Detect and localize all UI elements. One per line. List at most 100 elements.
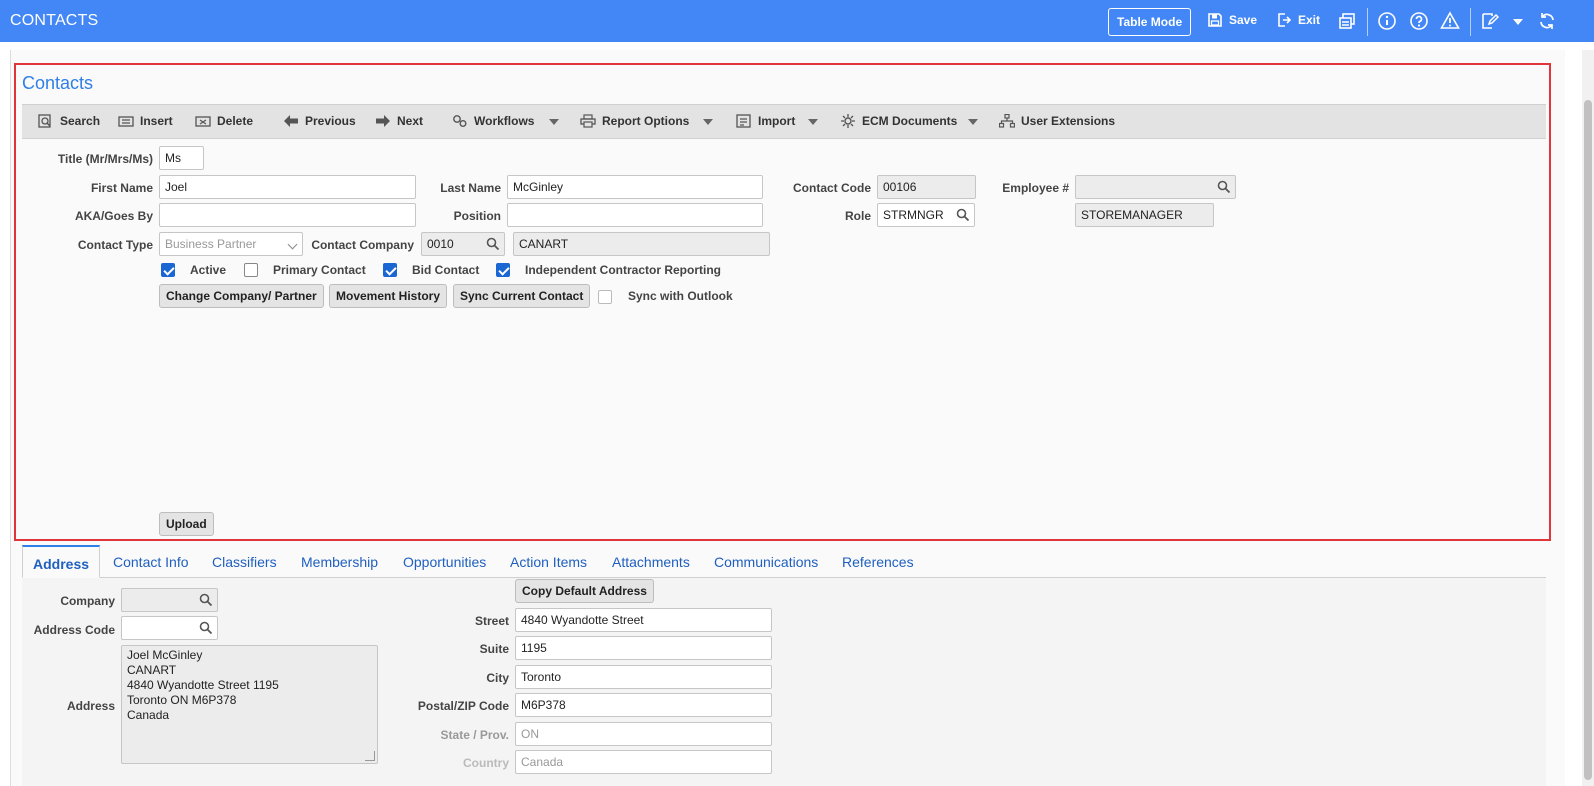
sync-outlook-checkbox[interactable] bbox=[598, 290, 612, 304]
active-checkbox[interactable] bbox=[161, 263, 175, 277]
exit-button[interactable]: Exit bbox=[1276, 12, 1320, 28]
city-field[interactable]: Toronto bbox=[515, 665, 772, 689]
tab-classifiers[interactable]: Classifiers bbox=[202, 545, 287, 578]
employee-label: Employee # bbox=[1002, 181, 1069, 195]
resize-grip-icon[interactable] bbox=[365, 751, 375, 761]
position-field[interactable] bbox=[507, 203, 763, 227]
tab-opportunities[interactable]: Opportunities bbox=[393, 545, 496, 578]
ecm-documents-button[interactable]: ECM Documents bbox=[840, 114, 957, 128]
company-label: Company bbox=[60, 594, 115, 608]
exit-label: Exit bbox=[1298, 13, 1321, 27]
state-value: ON bbox=[521, 727, 539, 741]
ecm-documents-dropdown-icon[interactable] bbox=[968, 119, 978, 125]
search-icon[interactable] bbox=[199, 621, 213, 635]
previous-button[interactable]: Previous bbox=[283, 114, 356, 128]
vertical-scrollbar[interactable] bbox=[1582, 50, 1594, 786]
contact-code-label: Contact Code bbox=[793, 181, 871, 195]
address-line: Canada bbox=[127, 708, 170, 722]
company-field[interactable] bbox=[121, 588, 218, 612]
warning-icon[interactable] bbox=[1440, 11, 1460, 31]
app-header: CONTACTS Table Mode Save Exit bbox=[0, 0, 1594, 42]
table-mode-button[interactable]: Table Mode bbox=[1108, 8, 1192, 36]
tab-attachments[interactable]: Attachments bbox=[602, 545, 700, 578]
arrow-left-icon bbox=[284, 115, 298, 127]
previous-label: Previous bbox=[305, 114, 356, 128]
sync-outlook-label: Sync with Outlook bbox=[628, 289, 733, 303]
country-value: Canada bbox=[521, 755, 564, 769]
import-dropdown-icon[interactable] bbox=[808, 119, 818, 125]
refresh-icon[interactable] bbox=[1537, 11, 1557, 31]
search-button[interactable]: Search bbox=[38, 114, 100, 128]
independent-contractor-label: Independent Contractor Reporting bbox=[525, 263, 721, 277]
edit-icon[interactable] bbox=[1480, 11, 1500, 31]
street-field[interactable]: 4840 Wyandotte Street bbox=[515, 608, 772, 632]
next-button[interactable]: Next bbox=[375, 114, 423, 128]
contact-type-label: Contact Type bbox=[77, 238, 153, 252]
aka-field[interactable] bbox=[159, 203, 416, 227]
tab-communications[interactable]: Communications bbox=[704, 545, 828, 578]
tab-references[interactable]: References bbox=[832, 545, 924, 578]
copy-default-address-button[interactable]: Copy Default Address bbox=[515, 579, 654, 603]
tab-membership[interactable]: Membership bbox=[291, 545, 388, 578]
contact-company-name-field: CANART bbox=[513, 232, 770, 256]
last-name-value: McGinley bbox=[513, 180, 564, 194]
address-block[interactable]: Joel McGinley CANART 4840 Wyandotte Stre… bbox=[121, 645, 378, 764]
address-code-field[interactable] bbox=[121, 616, 218, 640]
state-label: State / Prov. bbox=[440, 728, 509, 742]
user-extensions-button[interactable]: User Extensions bbox=[999, 114, 1115, 128]
bid-contact-checkbox[interactable] bbox=[383, 263, 397, 277]
change-company-button[interactable]: Change Company/ Partner bbox=[159, 284, 324, 308]
workflows-button[interactable]: Workflows bbox=[452, 114, 534, 128]
tab-contact-info[interactable]: Contact Info bbox=[103, 545, 199, 578]
sync-current-contact-button[interactable]: Sync Current Contact bbox=[453, 284, 591, 308]
postal-code-field[interactable]: M6P378 bbox=[515, 693, 772, 717]
last-name-label: Last Name bbox=[440, 181, 501, 195]
title-field[interactable]: Ms bbox=[159, 146, 204, 170]
toolbar-divider bbox=[1367, 8, 1368, 36]
page-title: Contacts bbox=[22, 73, 94, 93]
last-name-field[interactable]: McGinley bbox=[507, 175, 763, 199]
next-label: Next bbox=[397, 114, 424, 128]
delete-button[interactable]: Delete bbox=[195, 114, 253, 128]
search-icon[interactable] bbox=[486, 237, 500, 251]
search-icon[interactable] bbox=[956, 208, 970, 222]
suite-field[interactable]: 1195 bbox=[515, 636, 772, 660]
contact-company-name: CANART bbox=[519, 237, 569, 251]
upload-button[interactable]: Upload bbox=[159, 512, 214, 536]
contact-code-field: 00106 bbox=[877, 175, 976, 199]
report-options-button[interactable]: Report Options bbox=[580, 114, 689, 128]
save-button[interactable]: Save bbox=[1207, 12, 1257, 28]
movement-history-button[interactable]: Movement History bbox=[329, 284, 448, 308]
independent-contractor-checkbox[interactable] bbox=[496, 263, 510, 277]
insert-label: Insert bbox=[140, 114, 173, 128]
info-icon[interactable] bbox=[1377, 11, 1397, 31]
contact-company-code-field[interactable]: 0010 bbox=[421, 232, 505, 256]
scrollbar-thumb[interactable] bbox=[1584, 100, 1592, 780]
print-icon[interactable] bbox=[1338, 11, 1358, 31]
state-field: ON bbox=[515, 722, 772, 746]
tab-action-items[interactable]: Action Items bbox=[500, 545, 597, 578]
search-icon[interactable] bbox=[1217, 180, 1231, 194]
report-options-dropdown-icon[interactable] bbox=[703, 119, 713, 125]
search-icon[interactable] bbox=[199, 593, 213, 607]
import-label: Import bbox=[758, 114, 796, 128]
chevron-down-icon[interactable] bbox=[1508, 11, 1528, 31]
role-value: STRMNGR bbox=[883, 208, 944, 222]
employee-field[interactable] bbox=[1075, 175, 1236, 199]
detail-tabs: Address Contact Info Classifiers Members… bbox=[22, 545, 1546, 578]
workflows-dropdown-icon[interactable] bbox=[549, 119, 559, 125]
role-field[interactable]: STRMNGR bbox=[877, 203, 975, 227]
aka-label: AKA/Goes By bbox=[74, 209, 153, 223]
help-icon[interactable] bbox=[1409, 11, 1429, 31]
import-button[interactable]: Import bbox=[736, 114, 795, 128]
contact-type-select[interactable]: Business Partner bbox=[159, 232, 303, 256]
first-name-field[interactable]: Joel bbox=[159, 175, 416, 199]
chevron-down-icon bbox=[287, 239, 298, 250]
primary-contact-checkbox[interactable] bbox=[244, 263, 258, 277]
city-value: Toronto bbox=[521, 670, 562, 684]
insert-button[interactable]: Insert bbox=[118, 114, 173, 128]
tab-address[interactable]: Address bbox=[22, 545, 101, 578]
delete-icon bbox=[195, 116, 211, 127]
street-value: 4840 Wyandotte Street bbox=[521, 613, 644, 627]
contact-type-value: Business Partner bbox=[165, 237, 257, 251]
